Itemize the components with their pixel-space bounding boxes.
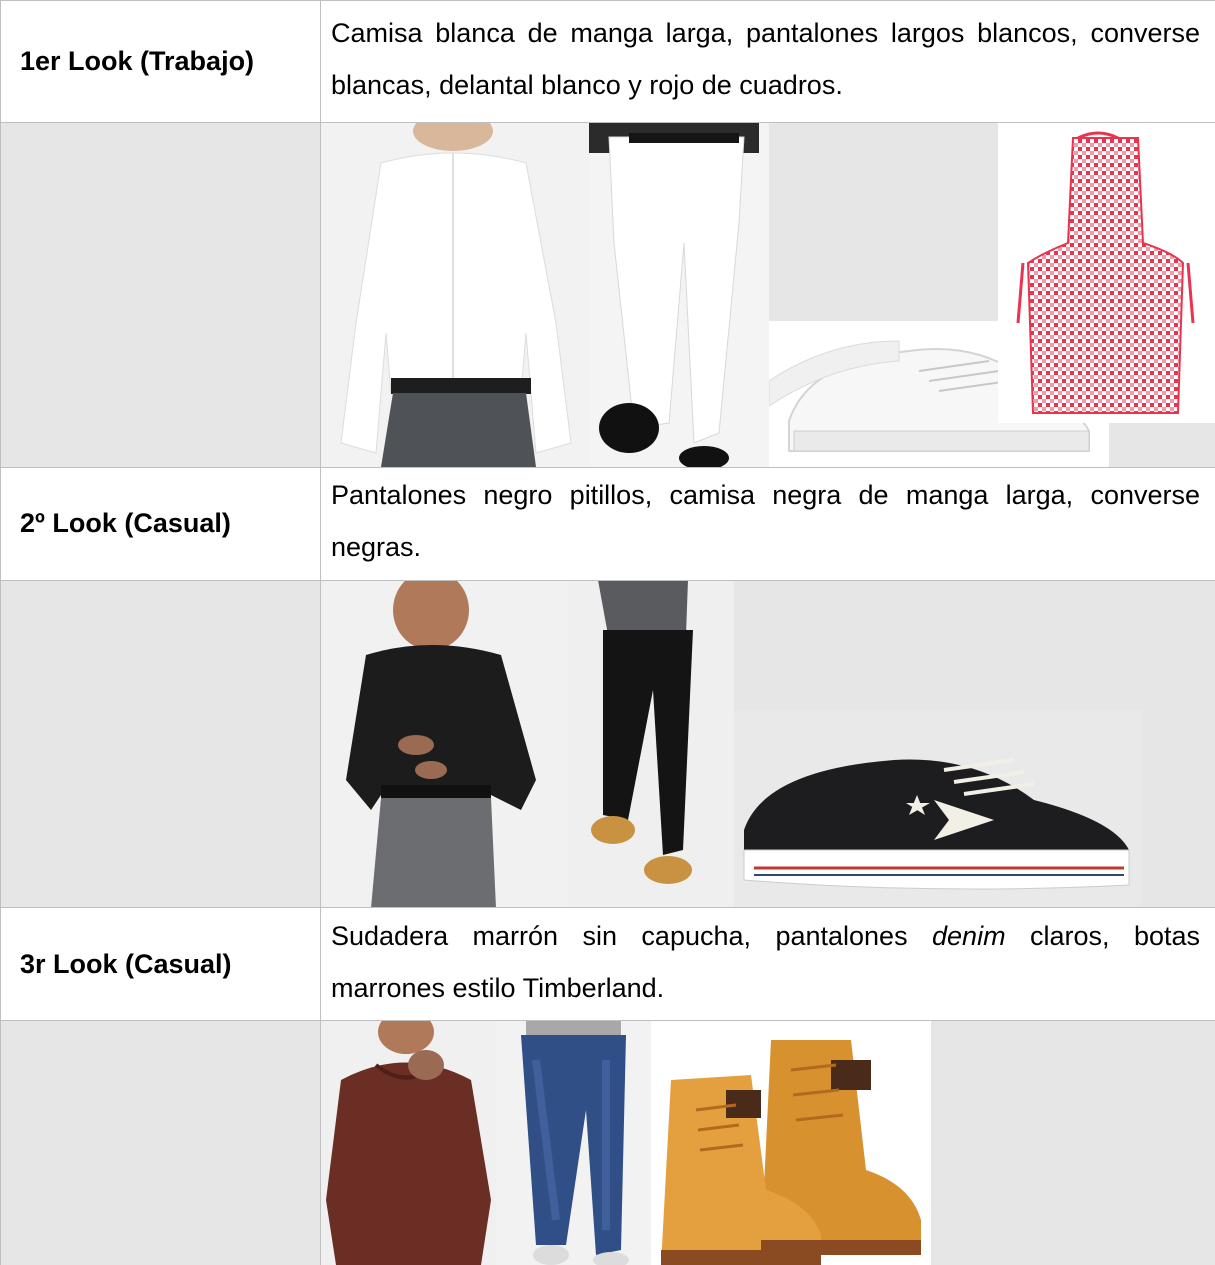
checkered-apron-photo (998, 123, 1215, 423)
look-2-label: 2º Look (Casual) (20, 508, 231, 538)
look-2-images (321, 580, 1215, 908)
look-2-images-row (0, 580, 1215, 908)
row-divider (0, 122, 1215, 123)
outfit-table: 1er Look (Trabajo) Camisa blanca de mang… (0, 0, 1215, 1265)
row-divider (0, 907, 1215, 908)
look-1-description: Camisa blanca de manga larga, pantalones… (331, 18, 1200, 100)
black-shirt-photo (321, 580, 568, 908)
look-2-empty-cell (0, 580, 320, 908)
denim-jeans-photo (496, 1020, 651, 1265)
black-converse-photo (734, 710, 1142, 908)
look-3-description: Sudadera marrón sin capucha, pantalones … (331, 921, 1201, 1003)
look-3-row: 3r Look (Casual) Sudadera marrón sin cap… (0, 908, 1215, 1020)
look-1-row: 1er Look (Trabajo) Camisa blanca de mang… (0, 0, 1215, 123)
table-border-left (0, 0, 1, 1265)
look-1-empty-cell (0, 123, 320, 467)
black-skinny-jeans-photo (568, 580, 734, 908)
look-2-row: 2º Look (Casual) Pantalones negro pitill… (0, 467, 1215, 580)
row-divider (0, 467, 1215, 468)
denim-emphasis: denim (932, 921, 1006, 951)
look-3-images (321, 1020, 1215, 1265)
look-1-images (321, 123, 1215, 467)
row-divider (0, 580, 1215, 581)
look-1-label: 1er Look (Trabajo) (20, 46, 255, 76)
look-3-images-row (0, 1020, 1215, 1265)
look-2-description: Pantalones negro pitillos, camisa negra … (331, 480, 1200, 562)
row-divider (0, 1020, 1215, 1021)
look-1-images-row (0, 123, 1215, 467)
white-trousers-photo (589, 123, 769, 467)
look-3-label: 3r Look (Casual) (20, 948, 232, 979)
look-3-empty-cell (0, 1020, 320, 1265)
column-divider (320, 0, 321, 1265)
white-shirt-photo (321, 123, 589, 467)
timberland-boots-photo (651, 1020, 931, 1265)
table-border-top (0, 0, 1215, 1)
brown-sweatshirt-photo (321, 1020, 496, 1265)
